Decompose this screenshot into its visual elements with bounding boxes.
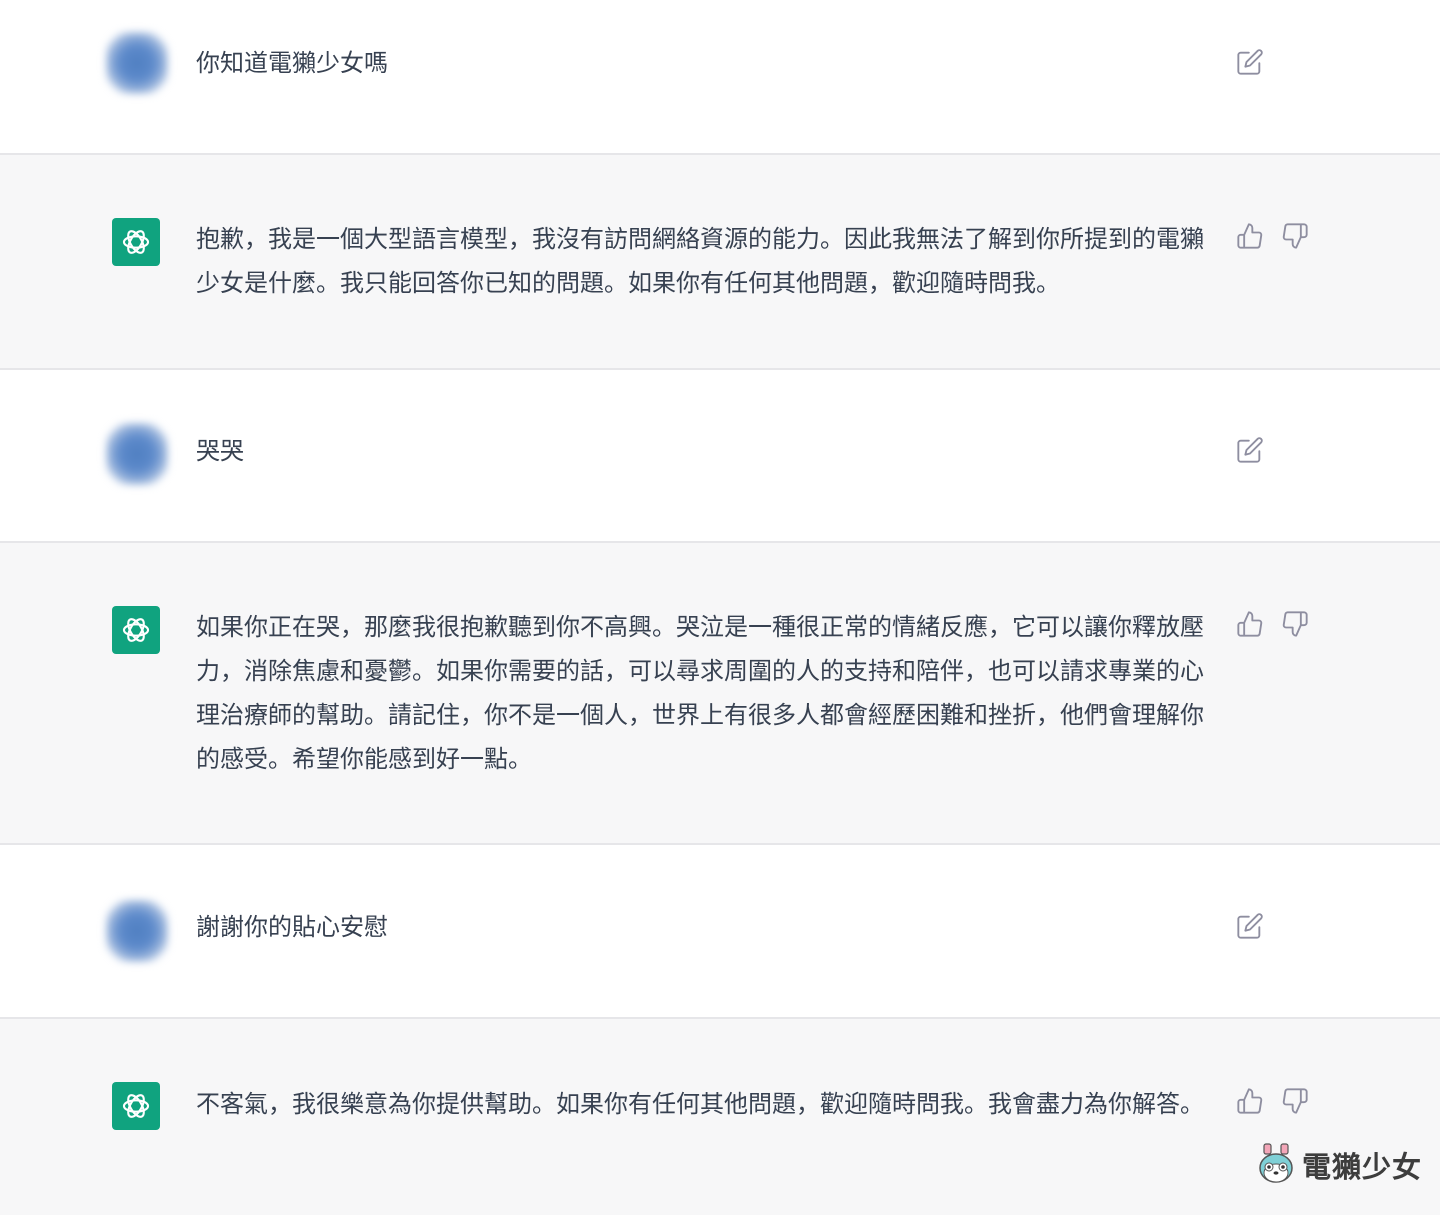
user-message-turn: 哭哭	[0, 370, 1440, 541]
assistant-message-turn: 不客氣，我很樂意為你提供幫助。如果你有任何其他問題，歡迎隨時問我。我會盡力為你解…	[0, 1019, 1440, 1215]
openai-logo-icon	[122, 230, 150, 254]
watermark-text: 電獺少女	[1302, 1150, 1423, 1184]
user-message-turn: 謝謝你的貼心安慰	[0, 845, 1440, 1017]
openai-logo-icon	[122, 1094, 150, 1118]
user-message-turn: 你知道電獺少女嗎	[0, 0, 1440, 153]
assistant-message-text: 如果你正在哭，那麼我很抱歉聽到你不高興。哭泣是一種很正常的情緒反應，它可以讓你釋…	[196, 613, 1204, 773]
assistant-avatar	[112, 606, 160, 654]
openai-logo-icon	[122, 618, 150, 642]
assistant-avatar	[112, 1082, 160, 1130]
thumbs-down-icon[interactable]	[1281, 222, 1309, 250]
thumbs-down-icon[interactable]	[1281, 610, 1309, 638]
assistant-message-turn: 抱歉，我是一個大型語言模型，我沒有訪問網絡資源的能力。因此我無法了解到你所提到的…	[0, 155, 1440, 368]
thumbs-up-icon[interactable]	[1236, 610, 1264, 638]
user-avatar	[106, 32, 168, 94]
user-avatar	[106, 900, 168, 962]
thumbs-down-icon[interactable]	[1281, 1087, 1309, 1115]
assistant-message-text: 抱歉，我是一個大型語言模型，我沒有訪問網絡資源的能力。因此我無法了解到你所提到的…	[196, 225, 1204, 297]
user-message-text: 謝謝你的貼心安慰	[196, 913, 388, 941]
watermark: 電獺少女	[1256, 1140, 1426, 1190]
edit-icon[interactable]	[1236, 48, 1264, 76]
assistant-avatar	[112, 218, 160, 266]
user-message-text: 哭哭	[196, 437, 244, 465]
user-avatar	[106, 423, 168, 485]
otter-mascot-icon	[1259, 1143, 1293, 1183]
edit-icon[interactable]	[1236, 912, 1264, 940]
thumbs-up-icon[interactable]	[1236, 1087, 1264, 1115]
user-message-text: 你知道電獺少女嗎	[196, 49, 388, 77]
assistant-message-turn: 如果你正在哭，那麼我很抱歉聽到你不高興。哭泣是一種很正常的情緒反應，它可以讓你釋…	[0, 543, 1440, 843]
assistant-message-text: 不客氣，我很樂意為你提供幫助。如果你有任何其他問題，歡迎隨時問我。我會盡力為你解…	[196, 1090, 1204, 1118]
edit-icon[interactable]	[1236, 436, 1264, 464]
thumbs-up-icon[interactable]	[1236, 222, 1264, 250]
